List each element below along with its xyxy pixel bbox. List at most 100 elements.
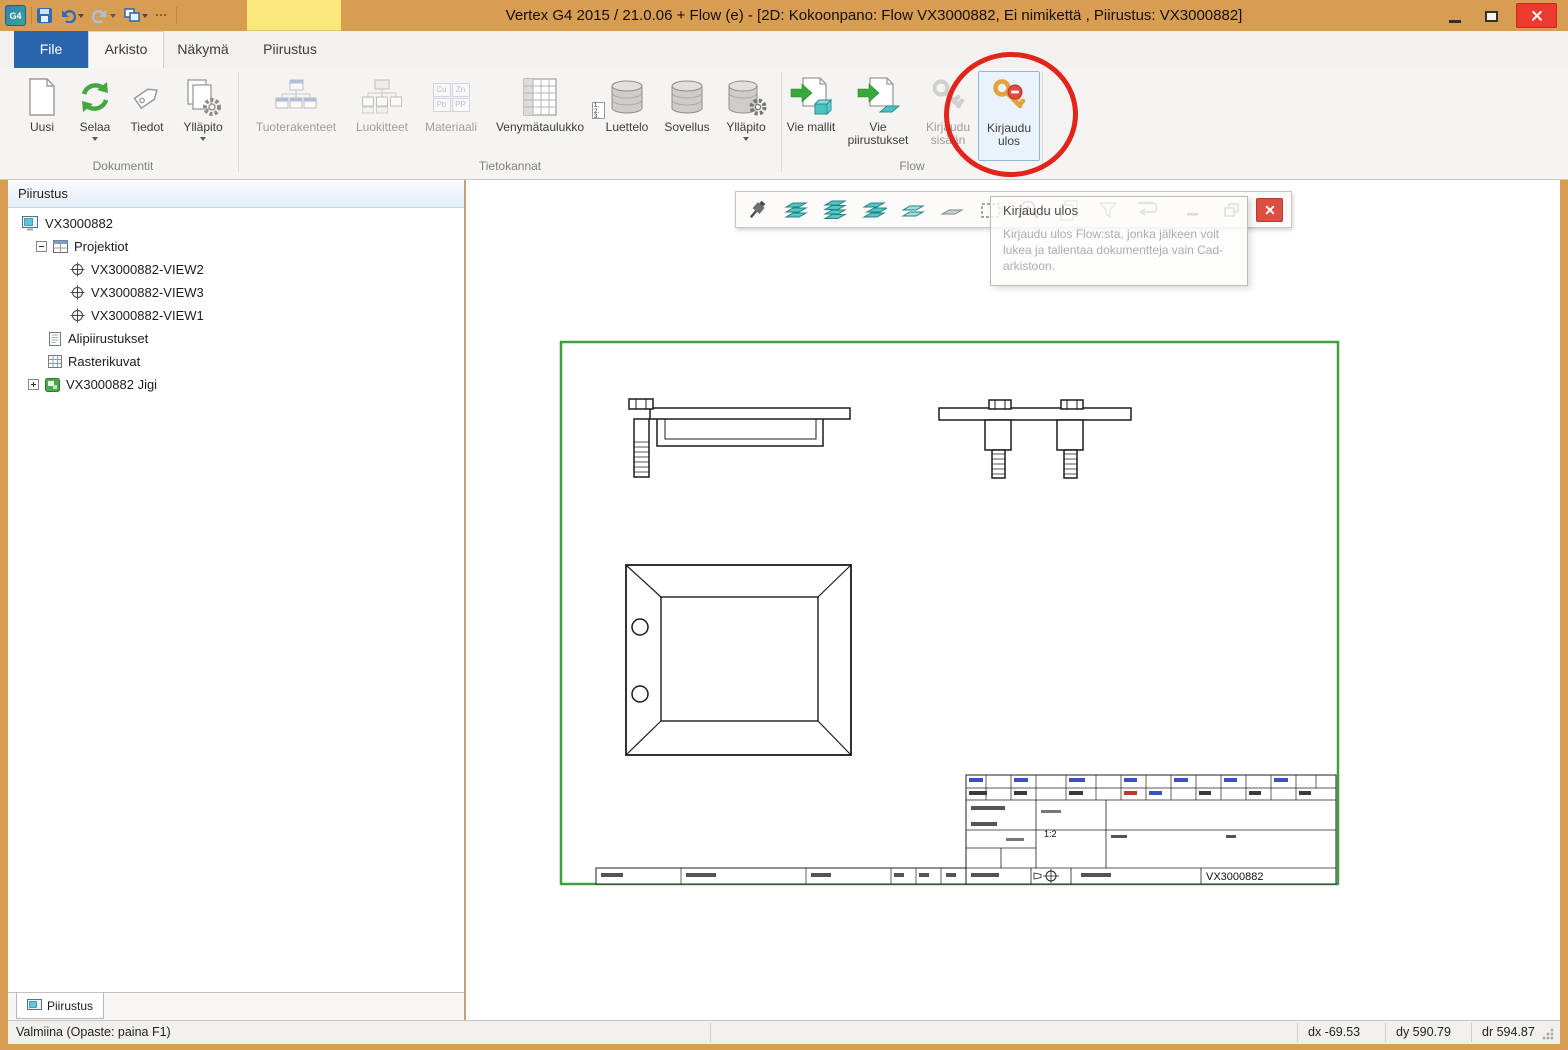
layer-tool-1-button[interactable] — [783, 197, 809, 223]
group-label-dokumentit: Dokumentit — [8, 159, 238, 175]
vie-mallit-button[interactable]: Vie mallit — [786, 71, 836, 161]
close-button[interactable] — [1516, 3, 1557, 28]
title-block-scale: 1:2 — [1044, 829, 1057, 839]
undo-icon — [60, 8, 76, 23]
layer-tool-2-button[interactable] — [822, 197, 848, 223]
tab-file[interactable]: File — [14, 31, 88, 68]
quickbar-overflow-button[interactable] — [156, 6, 168, 25]
group-label-flow: Flow — [783, 159, 1041, 175]
sovellus-button[interactable]: Sovellus — [660, 71, 714, 161]
export-models-icon — [786, 73, 836, 121]
status-dr: dr 594.87 — [1482, 1021, 1535, 1044]
key-logout-icon — [979, 74, 1039, 122]
panel-tab-strip: Piirustus — [8, 992, 464, 1020]
browse-refresh-icon — [70, 73, 120, 121]
maximize-icon — [1485, 11, 1498, 22]
toolbar-close-button[interactable] — [1256, 198, 1283, 222]
dropdown-caret-icon — [200, 137, 206, 141]
layer-tool-4-button[interactable] — [900, 197, 926, 223]
venymataulukko-button[interactable]: Venymätaulukko — [486, 71, 594, 161]
ribbon-tab-row: File Arkisto Näkymä Piirustus ? — [0, 31, 1568, 68]
dropdown-caret-icon — [92, 137, 98, 141]
panel-title: Piirustus — [8, 180, 464, 208]
new-document-icon — [16, 73, 68, 121]
dropdown-caret-icon — [743, 137, 749, 141]
tuoterakenteet-button[interactable]: Tuoterakenteet — [246, 71, 346, 161]
redo-button[interactable] — [92, 6, 116, 25]
database-icon — [660, 73, 714, 121]
key-login-icon — [920, 73, 976, 121]
luokitteet-button[interactable]: Luokitteet — [348, 71, 416, 161]
pin-button[interactable] — [744, 197, 770, 223]
window-layout-button[interactable] — [124, 6, 148, 25]
selaa-button[interactable]: Selaa — [70, 71, 120, 161]
dropdown-caret-icon — [110, 14, 116, 18]
database-list-icon: 1. 2. 3. — [596, 73, 658, 121]
vie-piirustukset-button[interactable]: Vie piirustukset — [838, 71, 918, 161]
tree-item-projektiot[interactable]: Projektiot — [8, 235, 464, 258]
yellow-highlight-annotation — [247, 0, 341, 31]
collapse-expander-icon[interactable] — [36, 241, 47, 252]
yllapito-dokumentit-button[interactable]: Ylläpito — [174, 71, 232, 161]
ribbon: Uusi Selaa Tiedot — [0, 68, 1568, 180]
group-separator — [1042, 72, 1043, 172]
tree-item-alipiirustukset[interactable]: Alipiirustukset — [8, 327, 464, 350]
tree-item-root[interactable]: VX3000882 — [8, 212, 464, 235]
tab-nakyma[interactable]: Näkymä — [164, 31, 242, 68]
expand-expander-icon[interactable] — [28, 379, 39, 390]
dropdown-caret-icon — [142, 14, 148, 18]
pages-gear-icon — [174, 73, 232, 121]
stretch-table-icon — [486, 73, 594, 121]
product-structure-icon — [246, 73, 346, 121]
overflow-icon — [156, 14, 168, 17]
uusi-button[interactable]: Uusi — [16, 71, 68, 161]
layers-icon — [900, 198, 926, 222]
tab-piirustus[interactable]: Piirustus — [242, 31, 338, 68]
minimize-button[interactable] — [1440, 5, 1470, 27]
layers-icon — [822, 198, 848, 222]
layers-icon — [861, 198, 887, 222]
tree-item-view1[interactable]: VX3000882-VIEW1 — [8, 304, 464, 327]
luettelo-button[interactable]: 1. 2. 3. Luettelo — [596, 71, 658, 161]
redo-icon — [92, 8, 108, 23]
tree-item-view3[interactable]: VX3000882-VIEW3 — [8, 281, 464, 304]
tooltip-body: Kirjaudu ulos Flow:sta, jonka jälkeen vo… — [1003, 226, 1235, 275]
separator — [31, 7, 32, 24]
panel-tab-piirustus[interactable]: Piirustus — [16, 993, 104, 1019]
jig-icon — [45, 378, 60, 392]
drawing-icon — [27, 999, 42, 1012]
drawing-canvas[interactable]: VX3000882 1:2 — [466, 180, 1560, 1020]
kirjaudu-ulos-button[interactable]: Kirjaudu ulos — [978, 71, 1040, 161]
tree-item-rasterikuvat[interactable]: Rasterikuvat — [8, 350, 464, 373]
group-separator — [781, 72, 782, 172]
save-icon — [37, 8, 52, 23]
maximize-button[interactable] — [1476, 5, 1506, 27]
windows-icon — [124, 8, 140, 23]
undo-button[interactable] — [60, 6, 84, 25]
minimize-icon — [1449, 20, 1461, 23]
view-symbol-icon — [70, 262, 85, 277]
save-button[interactable] — [37, 6, 52, 25]
export-drawings-icon — [838, 73, 918, 121]
pin-icon — [745, 198, 769, 222]
drawing-icon — [22, 216, 39, 231]
tree-item-view2[interactable]: VX3000882-VIEW2 — [8, 258, 464, 281]
title-block-part-number: VX3000882 — [1206, 871, 1264, 883]
tooltip-title: Kirjaudu ulos — [1003, 203, 1235, 218]
layers-icon — [783, 198, 809, 222]
tag-icon — [122, 73, 172, 121]
tab-arkisto[interactable]: Arkisto — [88, 31, 164, 68]
sub-drawing-icon — [48, 332, 62, 346]
layer-tool-3-button[interactable] — [861, 197, 887, 223]
layer-flat-button[interactable] — [939, 197, 965, 223]
tiedot-button[interactable]: Tiedot — [122, 71, 172, 161]
raster-grid-icon — [48, 355, 62, 368]
kirjaudu-sisaan-button[interactable]: Kirjaudu sisään — [920, 71, 976, 161]
materiaali-button[interactable]: Cu Zn Pb PP Materiaali — [418, 71, 484, 161]
kirjaudu-ulos-tooltip: Kirjaudu ulos Kirjaudu ulos Flow:sta, jo… — [990, 196, 1248, 286]
yllapito-tietokannat-button[interactable]: Ylläpito — [716, 71, 776, 161]
flat-layer-icon — [939, 198, 965, 222]
resize-grip[interactable] — [1542, 1028, 1554, 1040]
tree-item-jigi[interactable]: VX3000882 Jigi — [8, 373, 464, 396]
dropdown-caret-icon — [78, 14, 84, 18]
